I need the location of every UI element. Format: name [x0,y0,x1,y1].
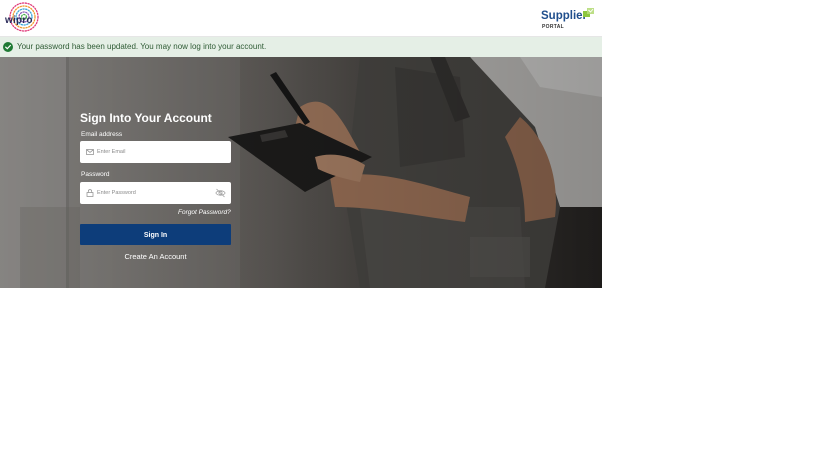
supplier-wordmark: Supplier [541,10,588,22]
email-field-wrapper[interactable] [80,141,231,163]
email-input[interactable] [97,141,207,163]
email-label: Email address [81,131,123,138]
wipro-logo[interactable]: wipro [4,2,46,34]
wipro-wordmark: wipro [5,15,33,26]
success-alert: Your password has been updated. You may … [0,37,602,57]
eye-slash-icon[interactable] [215,188,226,198]
top-header: wipro Supplier PORTAL [0,0,602,37]
portal-wordmark: PORTAL [542,24,564,30]
envelope-icon [86,149,94,155]
create-account-link[interactable]: Create An Account [80,252,231,261]
login-title: Sign Into Your Account [80,111,212,125]
forgot-password-link[interactable]: Forgot Password? [178,209,231,216]
password-label: Password [81,171,110,178]
check-circle-icon [3,42,13,52]
password-field-wrapper[interactable] [80,182,231,204]
lock-icon [86,189,94,197]
app-root: wipro Supplier PORTAL Your password has … [0,0,602,288]
password-input[interactable] [97,182,207,204]
supplier-mark-icon [583,8,594,17]
supplier-portal-logo[interactable]: Supplier PORTAL [541,8,597,32]
alert-message: Your password has been updated. You may … [17,42,267,51]
sign-in-button[interactable]: Sign In [80,224,231,245]
